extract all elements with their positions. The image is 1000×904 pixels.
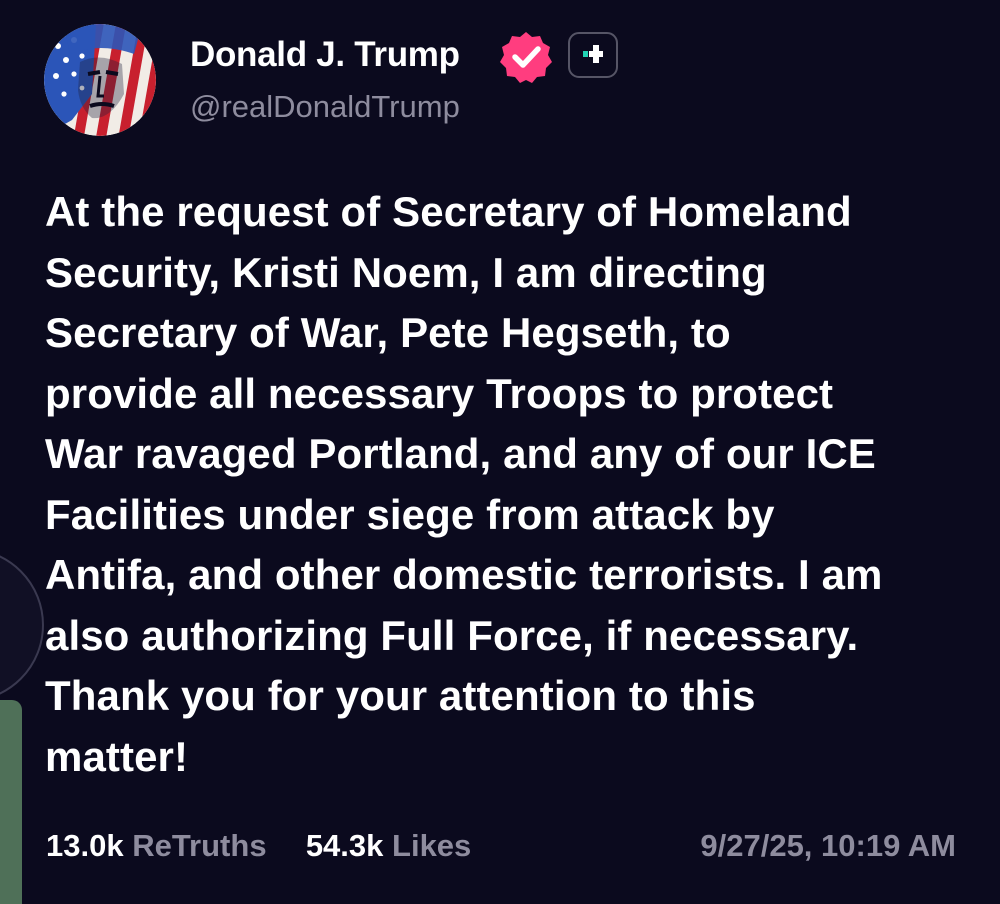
likes-stat[interactable]: 54.3k Likes	[297, 828, 471, 863]
likes-count: 54.3k	[305, 828, 384, 863]
post-text: At the request of Secretary of Homeland …	[45, 182, 990, 787]
retruths-stat[interactable]: 13.0k ReTruths	[46, 828, 275, 863]
post-stats: 13.0k ReTruths 54.3k Likes	[46, 826, 471, 866]
retruths-label: ReTruths	[132, 828, 267, 863]
likes-label: Likes	[392, 828, 472, 863]
side-scroll-circle	[0, 548, 44, 702]
post-text-line: Antifa, and other domestic terrorists. I…	[45, 551, 883, 598]
verified-badge-icon	[499, 30, 553, 84]
display-name[interactable]: Donald J. Trump	[190, 32, 460, 78]
post-text-line: matter!	[45, 732, 189, 780]
post-text-line: Thank you for your attention to this	[45, 672, 756, 719]
side-scroll-bar	[0, 700, 22, 904]
retruths-count: 13.0k	[46, 828, 124, 863]
post-text-line: Facilities under siege from attack by	[45, 490, 775, 538]
post-text-line: provide all necessary Troops to protect	[45, 369, 834, 417]
post-text-line: also authorizing Full Force, if necessar…	[45, 611, 859, 659]
post-text-line: Security, Kristi Noem, I am directing	[45, 248, 767, 296]
post-text-line: War ravaged Portland, and any of our ICE	[45, 430, 876, 477]
post-timestamp[interactable]: 9/27/25, 10:19 AM	[700, 826, 956, 866]
user-handle[interactable]: @realDonaldTrump	[190, 86, 460, 128]
truth-plus-icon[interactable]	[568, 32, 618, 78]
flag-painted-face-avatar	[44, 24, 156, 136]
post-text-line: Secretary of War, Pete Hegseth, to	[45, 309, 731, 356]
post-view: Donald J. Trump @realDonaldTrump At the …	[0, 0, 1000, 904]
avatar[interactable]	[44, 24, 156, 136]
post-text-line: At the request of Secretary of Homeland	[45, 188, 852, 235]
